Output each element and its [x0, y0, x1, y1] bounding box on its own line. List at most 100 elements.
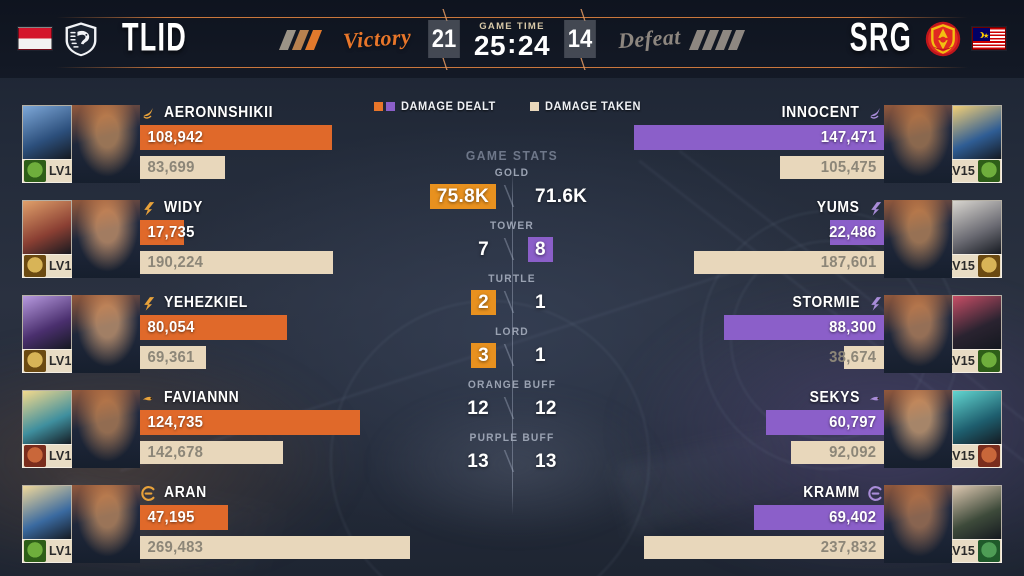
stat-row-gold: GOLD 75.8K 71.6K [382, 167, 642, 211]
match-stats-screen: TLID Victory 21 GAME TIME 25:24 14 Defea… [0, 0, 1024, 576]
legend-swatch-purple [386, 101, 396, 111]
exp-role-icon [867, 200, 884, 217]
emblem-icon [978, 255, 1000, 277]
damage-dealt-value: 60,797 [829, 414, 877, 431]
damage-taken-value: 142,678 [147, 444, 204, 461]
stat-tick [503, 344, 515, 366]
player-portrait: LV15 [884, 200, 1002, 278]
stat-row-lord: LORD 3 1 [382, 326, 642, 370]
scoreboard-header: TLID Victory 21 GAME TIME 25:24 14 Defea… [0, 0, 1024, 78]
hero-avatar [22, 295, 72, 351]
damage-taken-value: 105,475 [820, 159, 877, 176]
hero-column: LV15 [934, 390, 1002, 468]
emblem-icon [978, 445, 1000, 467]
stat-right-value: 8 [528, 236, 553, 262]
mid-role-icon [867, 485, 884, 502]
stat-tick [503, 397, 515, 419]
hero-avatar [22, 485, 72, 541]
stat-tick [503, 185, 515, 207]
stat-label: ORANGE BUFF [467, 379, 557, 391]
emblem-icon [24, 255, 46, 277]
player-photo [72, 485, 140, 563]
legend-taken-swatches [530, 101, 540, 111]
hero-avatar [22, 200, 72, 256]
player-row[interactable]: LV15 KRAMM 69,402 237,832 [544, 475, 1024, 570]
damage-dealt-value: 69,402 [829, 509, 877, 526]
game-time-seconds: 24 [517, 30, 551, 61]
stat-values: 12 12 [382, 393, 642, 423]
damage-dealt-value: 80,054 [147, 319, 195, 336]
damage-taken-value: 237,832 [820, 539, 877, 556]
damage-taken-value: 83,699 [147, 159, 195, 176]
damage-taken-value: 269,483 [147, 539, 204, 556]
exp-role-icon [140, 200, 157, 217]
hero-column: LV15 [934, 485, 1002, 563]
emblem-icon [24, 350, 46, 372]
damage-taken-value: 38,674 [829, 349, 877, 366]
malaysia-flag-icon: ★ [972, 27, 1006, 50]
right-team-name: SRG [849, 13, 912, 59]
stat-left-value: 13 [467, 450, 489, 472]
player-name: FAVIANNN [164, 389, 240, 406]
damage-taken-bar: 237,832 [570, 536, 884, 559]
player-portrait: LV15 [884, 295, 1002, 373]
player-name-line: KRAMM [570, 483, 884, 503]
stat-tick [503, 238, 515, 260]
stat-label: GOLD [494, 167, 530, 179]
stat-label: PURPLE BUFF [469, 432, 555, 444]
damage-taken-bar: 269,483 [140, 536, 454, 559]
player-name: SEKYS [809, 389, 860, 406]
stat-values: 2 1 [382, 287, 642, 317]
player-portrait: LV15 [884, 485, 1002, 563]
damage-taken-value: 187,601 [820, 254, 877, 271]
player-row[interactable]: LV15 ARAN 47,195 269,483 [0, 475, 480, 570]
player-portrait: LV15 [22, 485, 140, 563]
damage-taken-value: 69,361 [147, 349, 195, 366]
stat-left-value: 12 [467, 397, 489, 419]
damage-dealt-value: 108,942 [147, 129, 204, 146]
roam-role-icon [867, 390, 884, 407]
stat-values: 75.8K 71.6K [382, 181, 642, 211]
hero-column: LV15 [22, 485, 90, 563]
damage-dealt-value: 22,486 [829, 224, 877, 241]
damage-taken-value: 92,092 [829, 444, 877, 461]
legend-dealt-label: DAMAGE DEALT [401, 99, 497, 113]
player-photo [884, 105, 952, 183]
damage-dealt-value: 124,735 [147, 414, 204, 431]
legend-swatch-orange [374, 101, 384, 111]
hero-avatar [22, 105, 72, 161]
emblem-icon [978, 160, 1000, 182]
player-stats: ARAN 47,195 269,483 [140, 483, 454, 559]
selangor-red-giants-logo-icon [925, 21, 961, 57]
legend-taken-label: DAMAGE TAKEN [545, 99, 642, 113]
roam-role-icon [140, 390, 157, 407]
hero-avatar [952, 390, 1002, 446]
stat-right-value: 12 [535, 397, 557, 419]
game-stats-title: GAME STATS [465, 148, 559, 163]
right-team-slashes [688, 30, 746, 50]
player-name: YEHEZKIEL [164, 294, 248, 311]
player-portrait: LV15 [884, 390, 1002, 468]
hero-column: LV15 [22, 295, 90, 373]
right-team-score: 14 [564, 20, 596, 58]
hero-column: LV15 [934, 200, 1002, 278]
header-bottom-rule [56, 67, 968, 68]
legend-damage-taken: DAMAGE TAKEN [530, 99, 649, 113]
player-photo [72, 200, 140, 278]
game-time-minutes: 25 [473, 30, 507, 61]
player-portrait: LV15 [22, 200, 140, 278]
damage-dealt-value: 17,735 [147, 224, 195, 241]
stat-right-value: 1 [535, 291, 546, 313]
player-photo [884, 200, 952, 278]
hero-column: LV15 [934, 105, 1002, 183]
hero-column: LV15 [22, 105, 90, 183]
stat-row-tower: TOWER 7 8 [382, 220, 642, 264]
right-team-outcome: Defeat [617, 23, 682, 54]
hero-avatar [952, 295, 1002, 351]
stat-row-purple-buff: PURPLE BUFF 13 13 [382, 432, 642, 476]
stat-left-value: 3 [471, 342, 496, 368]
legend-damage-dealt: DAMAGE DEALT [374, 99, 504, 113]
player-portrait: LV15 [22, 105, 140, 183]
stat-left-value: 2 [471, 289, 496, 315]
damage-dealt-value: 47,195 [147, 509, 195, 526]
